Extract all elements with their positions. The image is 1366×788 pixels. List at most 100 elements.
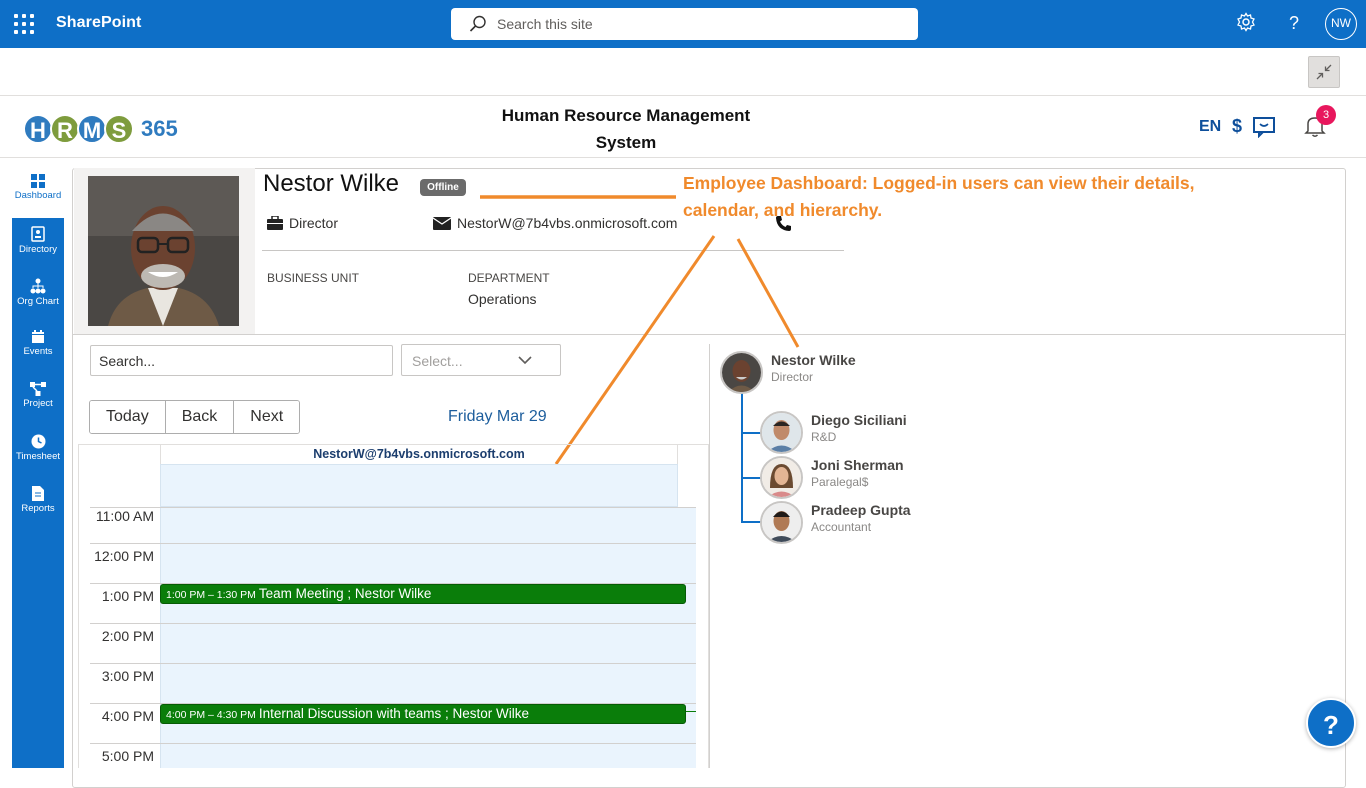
nav-item-reports[interactable]: Reports <box>12 478 64 530</box>
contact-card-icon <box>31 226 45 242</box>
page-title: Human Resource Management System <box>476 102 776 156</box>
page-title-line2: System <box>595 133 657 152</box>
logo-letter: H <box>23 114 53 144</box>
logo-letter: M <box>77 114 107 144</box>
logo-letter: S <box>104 114 134 144</box>
nav-item-directory[interactable]: Directory <box>12 218 64 270</box>
nav-label: Dashboard <box>14 190 62 201</box>
chevron-down-icon <box>518 356 532 365</box>
email-row: NestorW@7b4vbs.onmicrosoft.com <box>433 215 677 231</box>
nav-label: Events <box>23 346 53 357</box>
nav-label: Project <box>23 398 53 409</box>
time-label: 12:00 PM <box>94 548 154 564</box>
today-button[interactable]: Today <box>90 401 166 433</box>
back-button[interactable]: Back <box>165 401 235 433</box>
department-label: DEPARTMENT <box>468 271 550 285</box>
site-search-box[interactable] <box>451 8 918 40</box>
help-question-icon[interactable]: ? <box>1282 12 1306 36</box>
org-connector <box>741 432 762 434</box>
callout-line1: Employee Dashboard: Logged-in users can … <box>683 173 1195 193</box>
dropdown-placeholder: Select... <box>412 353 463 369</box>
org-report-name[interactable]: Joni Sherman <box>811 457 904 473</box>
site-search-input[interactable] <box>497 14 897 34</box>
org-avatar[interactable] <box>760 501 803 544</box>
nav-item-events[interactable]: Events <box>12 322 64 374</box>
org-report-role: Paralegal$ <box>811 475 869 489</box>
left-navigation: Dashboard Directory Org Chart Events Pro… <box>12 166 64 768</box>
calendar-event[interactable]: 1:00 PM – 1:30 PM Team Meeting ; Nestor W… <box>160 584 686 604</box>
job-title-row: Director <box>267 215 338 231</box>
hour-line <box>90 543 696 544</box>
callout-annotation: Employee Dashboard: Logged-in users can … <box>683 170 1243 224</box>
app-launcher-icon[interactable] <box>14 14 34 34</box>
language-switch[interactable]: EN <box>1199 118 1221 136</box>
app-name[interactable]: SharePoint <box>56 14 141 32</box>
org-avatar[interactable] <box>760 411 803 454</box>
grid-icon <box>31 174 45 188</box>
column-divider <box>709 344 710 768</box>
department-value: Operations <box>468 291 537 307</box>
mail-icon <box>433 216 451 230</box>
org-avatar[interactable] <box>760 456 803 499</box>
help-chat-button[interactable]: ? <box>1306 698 1356 748</box>
org-manager-role: Director <box>771 370 814 384</box>
currency-button[interactable]: $ <box>1232 116 1242 137</box>
presence-status-badge: Offline <box>420 179 466 196</box>
hour-line <box>90 743 696 744</box>
calendar-filter-dropdown[interactable]: Select... <box>401 344 561 376</box>
nav-label: Directory <box>18 244 57 255</box>
employee-email[interactable]: NestorW@7b4vbs.onmicrosoft.com <box>457 215 677 231</box>
time-label: 4:00 PM <box>101 708 154 724</box>
calendar-icon <box>32 330 44 343</box>
logo-letter: R <box>50 114 80 144</box>
time-label: 3:00 PM <box>101 668 154 684</box>
section-divider <box>73 334 1345 335</box>
hour-line <box>90 507 696 508</box>
event-title: Team Meeting ; Nestor Wilke <box>258 586 432 601</box>
feedback-chat-icon[interactable] <box>1252 116 1276 138</box>
hierarchy-icon <box>30 278 46 294</box>
calendar-event[interactable]: 4:00 PM – 4:30 PM Internal Discussion wit… <box>160 704 686 724</box>
org-report-name[interactable]: Diego Siciliani <box>811 412 907 428</box>
org-connector <box>741 392 743 522</box>
nav-item-org-chart[interactable]: Org Chart <box>12 270 64 322</box>
profile-photo <box>88 176 239 326</box>
user-avatar[interactable]: NW <box>1325 8 1357 40</box>
project-nodes-icon <box>30 382 46 396</box>
suite-bar: SharePoint ? NW <box>0 0 1366 48</box>
org-connector <box>741 521 762 523</box>
calendar-nav-buttons: Today Back Next <box>89 400 301 434</box>
next-button[interactable]: Next <box>234 401 300 433</box>
org-report-name[interactable]: Pradeep Gupta <box>811 502 911 518</box>
business-unit-label: BUSINESS UNIT <box>267 271 360 285</box>
org-manager-name[interactable]: Nestor Wilke <box>771 352 856 368</box>
command-strip <box>0 48 1366 96</box>
hour-line <box>90 663 696 664</box>
time-label: 11:00 AM <box>95 508 154 524</box>
notification-count-badge: 3 <box>1316 105 1336 125</box>
calendar-search-input[interactable] <box>90 345 393 376</box>
org-report-role: Accountant <box>811 520 872 534</box>
page-title-line1: Human Resource Management <box>501 106 751 125</box>
hrms-header: H R M S 365 Human Resource Management Sy… <box>0 96 1366 158</box>
callout-line2: calendar, and hierarchy. <box>683 200 883 220</box>
calendar-resource-header: NestorW@7b4vbs.onmicrosoft.com <box>160 444 678 464</box>
nav-label: Org Chart <box>17 296 59 307</box>
job-title: Director <box>289 215 339 231</box>
event-time: 4:00 PM – 4:30 PM <box>166 709 256 721</box>
nav-item-dashboard[interactable]: Dashboard <box>12 166 64 218</box>
calendar-day-body[interactable] <box>160 507 696 768</box>
briefcase-icon <box>267 216 283 230</box>
all-day-row[interactable] <box>160 464 678 507</box>
event-title: Internal Discussion with teams ; Nestor … <box>258 706 529 721</box>
settings-gear-icon[interactable] <box>1234 12 1258 36</box>
time-label: 1:00 PM <box>101 588 154 604</box>
hrms-logo: H R M S 365 <box>23 112 178 146</box>
nav-item-timesheet[interactable]: Timesheet <box>12 426 64 478</box>
nav-item-project[interactable]: Project <box>12 374 64 426</box>
nav-label: Timesheet <box>16 451 60 462</box>
collapse-fullscreen-button[interactable] <box>1308 56 1340 88</box>
org-avatar-manager[interactable] <box>720 351 763 394</box>
clock-icon <box>31 434 45 449</box>
search-icon <box>469 15 486 32</box>
